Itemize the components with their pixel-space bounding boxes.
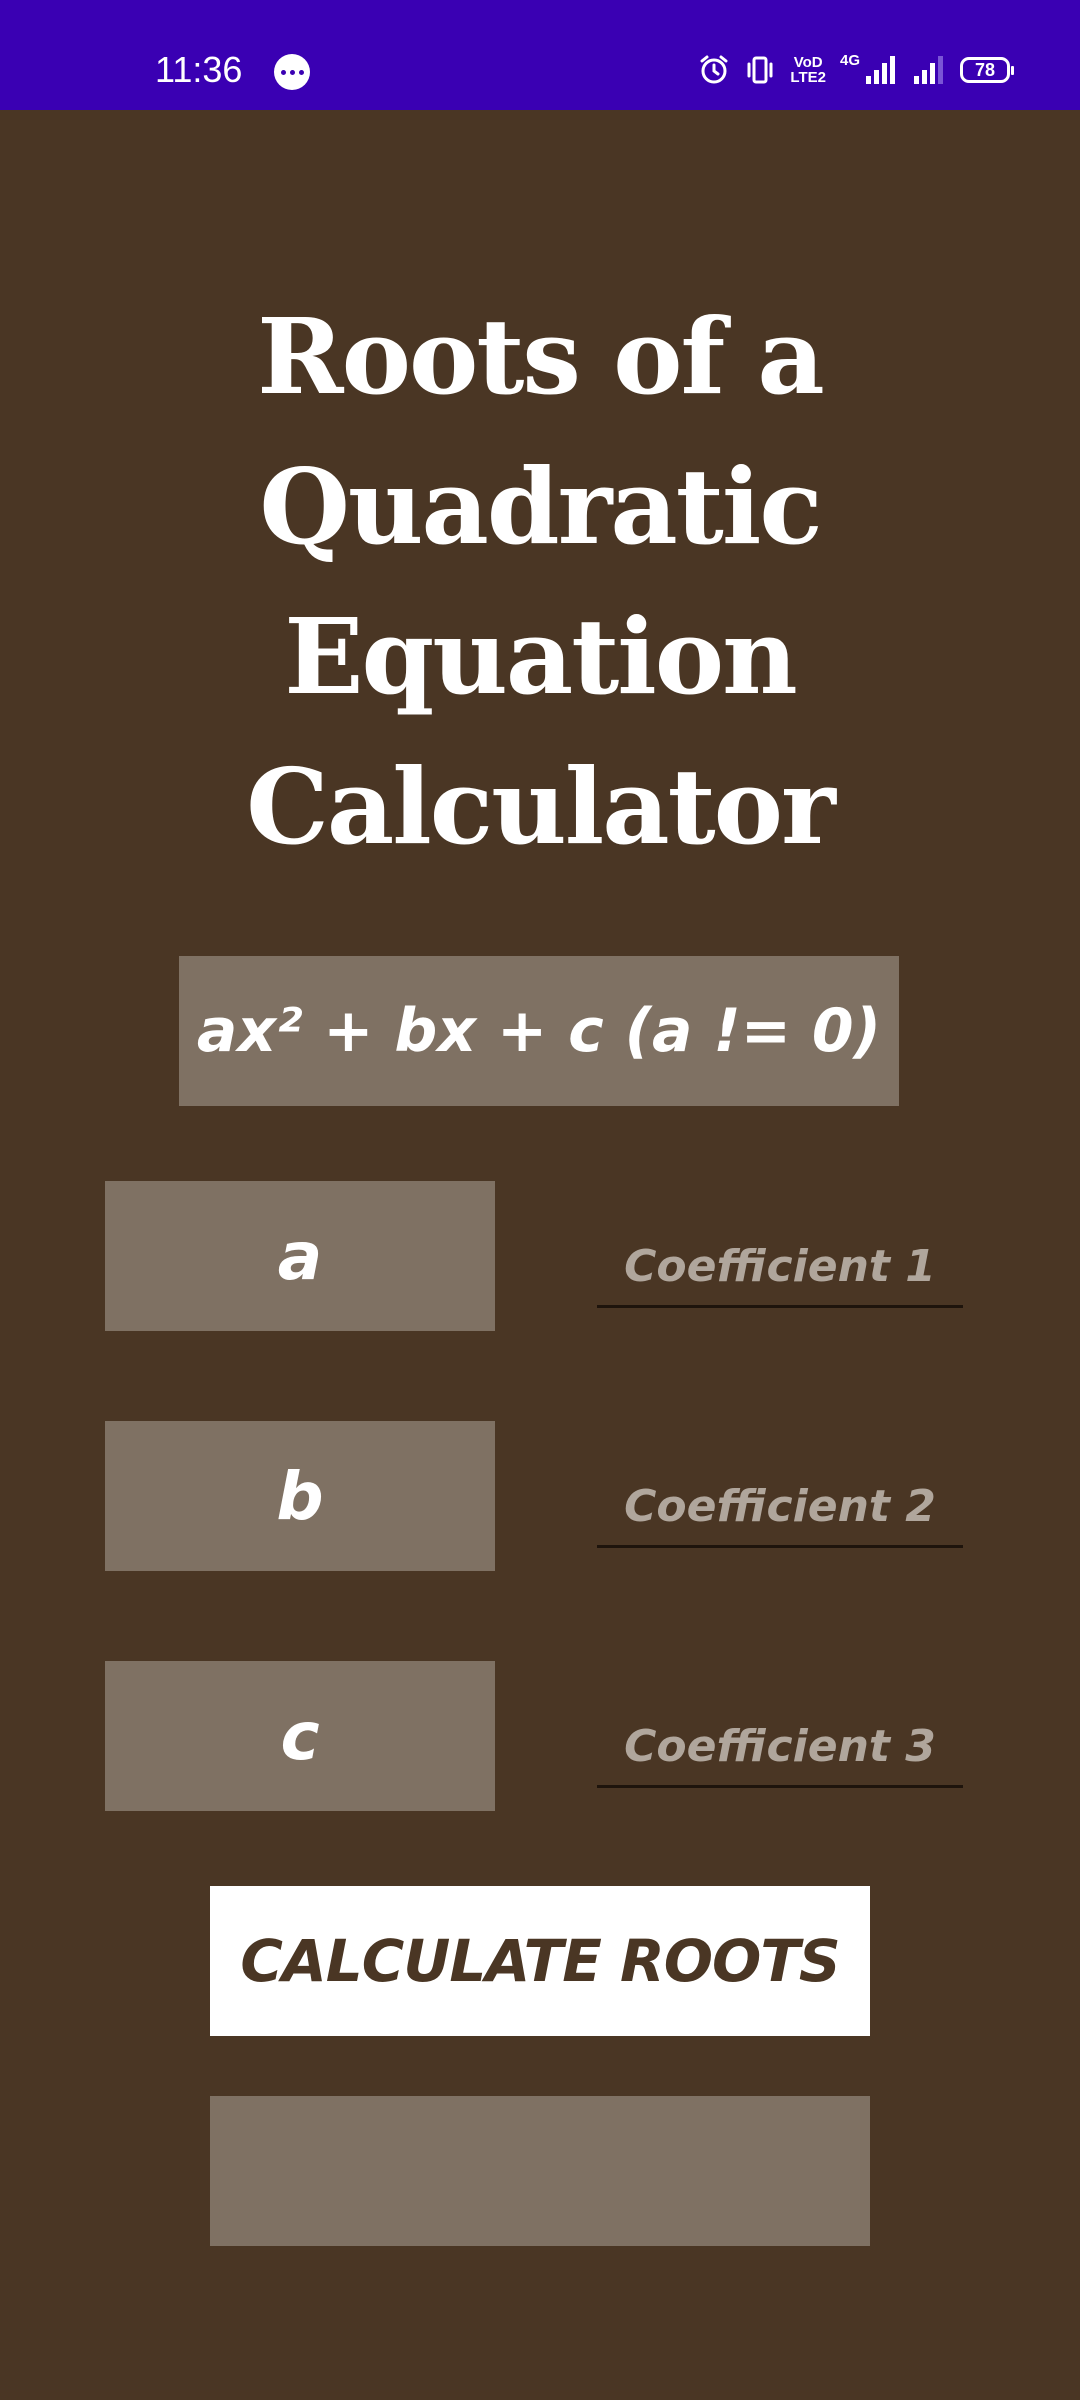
coefficient-1-input[interactable] (597, 1228, 963, 1308)
battery-level: 78 (974, 59, 996, 80)
signal-icon (866, 56, 895, 84)
coefficient-c-label: c (105, 1661, 495, 1811)
status-bar: 11:36 VoD LTE2 4G 78 (0, 0, 1080, 110)
calculate-roots-button[interactable]: CALCULATE ROOTS (210, 1886, 870, 2036)
result-display (210, 2096, 870, 2246)
network-type: 4G (839, 51, 860, 69)
battery-icon: 78 (960, 57, 1014, 83)
status-icons: VoD LTE2 4G 78 (698, 50, 1014, 90)
signal-icon-2 (914, 56, 943, 84)
volte-bottom-text: LTE2 (790, 69, 826, 86)
status-time: 11:36 (155, 49, 243, 90)
alarm-icon (700, 55, 728, 84)
coefficient-b-label: b (105, 1421, 495, 1571)
coefficient-a-label: a (105, 1181, 495, 1331)
coefficient-3-input[interactable] (597, 1708, 963, 1788)
volte-icon: VoD LTE2 (790, 55, 826, 85)
volte-top-text: VoD (793, 54, 823, 71)
page-title: Roots of a Quadratic Equation Calculator (246, 295, 836, 868)
coefficient-2-input[interactable] (597, 1468, 963, 1548)
vibrate-icon (747, 56, 773, 84)
equation-display: ax² + bx + c (a != 0) (179, 956, 899, 1106)
chat-bubble-icon (274, 54, 310, 90)
